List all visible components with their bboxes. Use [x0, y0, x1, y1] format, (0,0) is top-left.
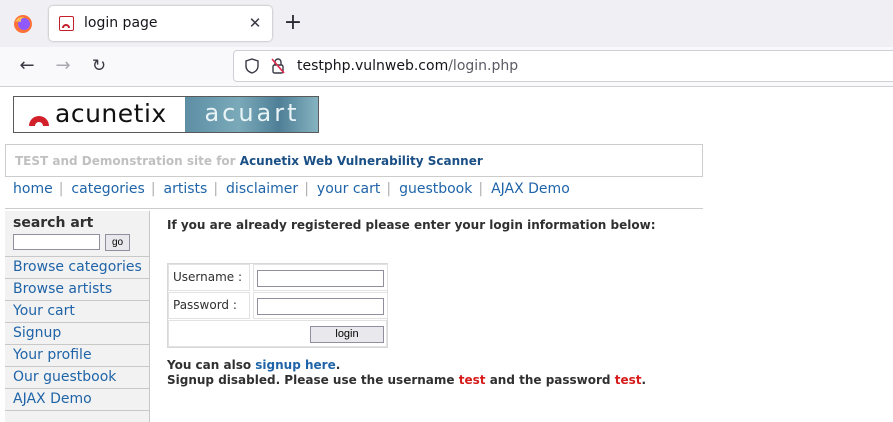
tracking-shield-icon[interactable]: [244, 58, 260, 74]
acuart-logo-text: acuart: [204, 99, 300, 127]
back-arrow-icon[interactable]: ←: [16, 55, 38, 77]
reload-icon[interactable]: ↻: [88, 55, 110, 77]
tab-title: login page: [84, 15, 158, 31]
signup-line-1: You can also signup here.: [167, 358, 767, 373]
insecure-lock-icon[interactable]: [270, 57, 286, 75]
sidebar-link[interactable]: Browse artists: [13, 281, 112, 297]
acunetix-favicon-icon: [59, 16, 74, 31]
signup-disabled-text: Signup disabled. Please use the username: [167, 373, 455, 387]
login-intro-text: If you are already registered please ent…: [167, 218, 656, 232]
password-field[interactable]: [257, 298, 384, 315]
nav-separator: |: [213, 181, 219, 197]
signup-line2-mid: and the password: [489, 373, 611, 387]
sidebar-link[interactable]: Your profile: [13, 347, 92, 363]
tab-login-page[interactable]: login page ✕: [49, 6, 272, 41]
test-password-value: test: [614, 373, 642, 387]
username-label: Username :: [168, 264, 250, 291]
sidebar-link[interactable]: AJAX Demo: [13, 391, 92, 407]
sidebar-link[interactable]: Our guestbook: [13, 369, 116, 385]
search-input[interactable]: [13, 234, 100, 250]
sidebar-item-our-guestbook: Our guestbook: [5, 366, 149, 388]
username-cell: [253, 264, 388, 291]
firefox-icon[interactable]: [12, 13, 34, 35]
username-field[interactable]: [257, 270, 384, 287]
site-logo[interactable]: acunetix acuart: [13, 96, 319, 133]
new-tab-plus-icon[interactable]: +: [282, 12, 304, 34]
sidebar-item-browse-categories: Browse categories: [5, 256, 149, 278]
nav-ajax-demo[interactable]: AJAX Demo: [491, 181, 570, 197]
divider: [5, 208, 703, 209]
password-label: Password :: [168, 292, 250, 319]
acunetix-logo-text: acunetix: [55, 99, 167, 128]
acunetix-logo: acunetix: [14, 97, 185, 132]
test-username-value: test: [458, 373, 486, 387]
navigation-toolbar: ← → ↻ testphp.vulnweb.com/login.php: [0, 47, 893, 87]
top-navigation: home | categories | artists | disclaimer | your …: [13, 181, 570, 199]
login-button[interactable]: login: [310, 326, 384, 343]
nav-separator: |: [386, 181, 392, 197]
nav-your-cart[interactable]: your cart: [317, 181, 380, 197]
site-tagline: TEST and Demonstration site for Acunetix…: [5, 144, 703, 177]
forward-arrow-icon[interactable]: →: [52, 55, 74, 77]
sidebar-item-your-profile: Your profile: [5, 344, 149, 366]
nav-artists[interactable]: artists: [164, 181, 208, 197]
sidebar-link[interactable]: Browse categories: [13, 259, 142, 275]
login-button-cell: login: [168, 320, 387, 347]
signup-here-link[interactable]: signup here: [255, 358, 335, 372]
url-text: testphp.vulnweb.com/login.php: [297, 58, 518, 74]
sidebar-link[interactable]: Your cart: [13, 303, 75, 319]
acunetix-mark-icon: [28, 105, 50, 127]
browser-tab-bar: login page ✕ +: [0, 0, 893, 47]
signup-prefix: You can also: [167, 358, 252, 372]
acunetix-scanner-link[interactable]: Acunetix Web Vulnerability Scanner: [240, 154, 483, 168]
url-path: /login.php: [448, 58, 519, 74]
sidebar-item-ajax-demo: AJAX Demo: [5, 388, 149, 410]
signup-line-2: Signup disabled. Please use the username…: [167, 373, 767, 388]
left-sidebar: search art go Browse categories Browse a…: [5, 211, 150, 422]
nav-disclaimer[interactable]: disclaimer: [226, 181, 298, 197]
tagline-text: TEST and Demonstration site for Acunetix…: [15, 154, 483, 168]
login-form: Username : Password : login: [167, 263, 388, 348]
nav-separator: |: [478, 181, 484, 197]
signup-line2-suffix: .: [641, 373, 647, 387]
url-domain: testphp.vulnweb.com: [297, 58, 449, 74]
search-go-button[interactable]: go: [105, 234, 130, 251]
sidebar-item-signup: Signup: [5, 322, 149, 344]
sidebar-item-your-cart: Your cart: [5, 300, 149, 322]
acuart-logo: acuart: [185, 97, 318, 132]
nav-separator: |: [304, 181, 309, 197]
password-cell: [253, 292, 388, 319]
nav-categories[interactable]: categories: [71, 181, 144, 197]
nav-separator: |: [58, 181, 64, 197]
sidebar-item-browse-artists: Browse artists: [5, 278, 149, 300]
signup-line1-suffix: .: [335, 358, 341, 372]
signup-info: You can also signup here. Signup disable…: [167, 358, 767, 388]
nav-separator: |: [150, 181, 156, 197]
sidebar-item-empty: [5, 410, 149, 422]
search-art-heading: search art: [13, 215, 94, 231]
nav-home[interactable]: home: [13, 181, 53, 197]
web-page: acunetix acuart TEST and Demonstration s…: [0, 88, 893, 422]
nav-guestbook[interactable]: guestbook: [399, 181, 472, 197]
tagline-prefix: TEST and Demonstration site for: [15, 154, 236, 168]
close-tab-icon[interactable]: ✕: [246, 14, 264, 32]
address-bar[interactable]: testphp.vulnweb.com/login.php: [233, 50, 893, 82]
sidebar-link[interactable]: Signup: [13, 325, 61, 341]
